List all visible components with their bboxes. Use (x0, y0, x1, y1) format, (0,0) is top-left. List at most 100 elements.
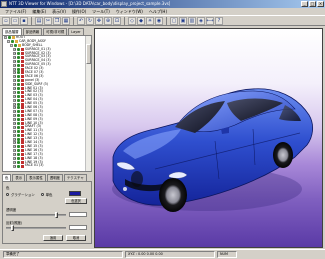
expand-icon[interactable]: + (13, 160, 16, 164)
color-swatch[interactable] (69, 191, 81, 196)
visibility-icon[interactable] (17, 63, 20, 67)
expand-icon[interactable]: + (13, 98, 16, 102)
visibility-icon[interactable] (17, 55, 20, 59)
expand-icon[interactable]: + (13, 110, 16, 114)
gradient-radio[interactable] (6, 193, 9, 196)
shade-icon[interactable]: ◆ (137, 16, 145, 25)
measure-icon[interactable]: ⟷ (206, 16, 214, 25)
visibility-icon[interactable] (17, 102, 20, 106)
expand-icon[interactable]: + (13, 52, 16, 55)
visibility-icon[interactable] (17, 133, 20, 137)
reflect-slider-thumb[interactable] (11, 225, 14, 231)
visibility-icon[interactable] (17, 164, 20, 168)
fit-icon[interactable]: ⊡ (113, 16, 121, 25)
expand-icon[interactable]: + (13, 63, 16, 67)
tab-display[interactable]: 表示 (12, 174, 26, 181)
visibility-icon[interactable] (17, 125, 20, 129)
tab-transparency[interactable]: 透明度 (46, 174, 63, 181)
visibility-icon[interactable] (17, 122, 20, 126)
visibility-icon[interactable] (17, 83, 20, 87)
reflect-input[interactable] (69, 225, 87, 230)
visibility-icon[interactable] (17, 153, 20, 157)
menu-view[interactable]: 表示(V) (49, 8, 69, 15)
light-icon[interactable]: ☀ (146, 16, 154, 25)
expand-icon[interactable]: + (13, 157, 16, 161)
maximize-button[interactable]: □ (309, 1, 316, 7)
expand-icon[interactable]: + (13, 129, 16, 133)
expand-icon[interactable]: + (13, 90, 16, 94)
visibility-icon[interactable] (14, 44, 17, 48)
visibility-icon[interactable] (17, 149, 20, 153)
visibility-icon[interactable] (17, 129, 20, 133)
undo-icon[interactable]: ↶ (77, 16, 85, 25)
rotate-icon[interactable]: ↻ (86, 16, 94, 25)
iso-view-icon[interactable]: ◈ (197, 16, 205, 25)
open-icon[interactable]: ▭ (11, 16, 19, 25)
visibility-icon[interactable] (17, 59, 20, 63)
side-view-icon[interactable]: ▥ (188, 16, 196, 25)
expand-icon[interactable]: + (13, 75, 16, 79)
color-select-button[interactable]: 色選択 (65, 198, 87, 204)
expand-icon[interactable]: + (13, 122, 16, 126)
visibility-icon[interactable] (17, 48, 20, 52)
visibility-icon[interactable] (17, 90, 20, 94)
menu-help[interactable]: ヘルプ(H) (146, 8, 170, 15)
visibility-icon[interactable] (17, 118, 20, 122)
tab-display-attr[interactable]: 表示属性 (26, 174, 46, 181)
menu-operate[interactable]: 操作(O) (69, 8, 89, 15)
solid-radio[interactable] (40, 193, 44, 196)
visibility-icon[interactable] (17, 137, 20, 141)
transparency-slider-thumb[interactable] (55, 212, 58, 218)
reset-button[interactable]: 取消 (66, 235, 86, 241)
tree-scrollbar-thumb[interactable] (86, 44, 91, 64)
collapse-icon[interactable]: - (10, 44, 13, 48)
visibility-icon[interactable] (17, 157, 20, 161)
tab-part-info[interactable]: 部品情報 (22, 28, 43, 35)
expand-icon[interactable]: + (13, 87, 16, 91)
menu-edit[interactable]: 編集(E) (29, 8, 49, 15)
visibility-icon[interactable] (17, 52, 20, 55)
zoom-icon[interactable]: ⊕ (104, 16, 112, 25)
paste-icon[interactable]: ▦ (62, 16, 70, 25)
tree-row[interactable]: + FACE 01 (3) (3, 163, 91, 168)
transparency-input[interactable] (69, 212, 87, 217)
reflect-slider-track[interactable] (6, 227, 66, 229)
expand-icon[interactable]: + (13, 149, 16, 153)
expand-icon[interactable]: + (13, 114, 16, 118)
menu-file[interactable]: ファイル(F) (2, 8, 29, 15)
expand-icon[interactable]: + (13, 83, 16, 87)
collapse-icon[interactable]: - (7, 40, 10, 44)
collapse-icon[interactable]: - (4, 36, 7, 40)
visibility-icon[interactable] (17, 79, 20, 83)
pan-icon[interactable]: ✥ (95, 16, 103, 25)
new-icon[interactable]: ▫ (2, 16, 10, 25)
help-icon[interactable]: ? (215, 16, 223, 25)
menu-window[interactable]: ウィンドウ(W) (113, 8, 146, 15)
part-tree[interactable]: - ROOT - CAR_BODY_ASSY - BODY_SHELL + SURFACE_0… (2, 35, 92, 172)
visibility-icon[interactable] (17, 94, 20, 98)
top-view-icon[interactable]: ▣ (179, 16, 187, 25)
3d-viewport[interactable] (94, 28, 323, 248)
copy-icon[interactable]: ❐ (53, 16, 61, 25)
tab-layer[interactable]: Layer (68, 28, 84, 35)
wireframe-icon[interactable]: ◇ (128, 16, 136, 25)
expand-icon[interactable]: + (13, 125, 16, 129)
print-icon[interactable]: ▤ (35, 16, 43, 25)
expand-icon[interactable]: + (13, 153, 16, 157)
expand-icon[interactable]: + (13, 71, 16, 75)
expand-icon[interactable]: + (13, 48, 16, 52)
save-icon[interactable]: ▪ (20, 16, 28, 25)
tab-color[interactable]: 色 (2, 174, 12, 181)
visibility-icon[interactable] (17, 87, 20, 91)
camera-icon[interactable]: ◉ (155, 16, 163, 25)
close-button[interactable]: × (317, 1, 324, 7)
tab-visibility[interactable]: 可視/非可視 (43, 28, 68, 35)
expand-icon[interactable]: + (13, 118, 16, 122)
expand-icon[interactable]: + (13, 133, 16, 137)
apply-button[interactable]: 適用 (43, 235, 63, 241)
visibility-icon[interactable] (17, 160, 20, 164)
front-view-icon[interactable]: ▢ (170, 16, 178, 25)
menu-tools[interactable]: ツール(T) (89, 8, 113, 15)
cut-icon[interactable]: ✂ (44, 16, 52, 25)
visibility-icon[interactable] (17, 98, 20, 102)
